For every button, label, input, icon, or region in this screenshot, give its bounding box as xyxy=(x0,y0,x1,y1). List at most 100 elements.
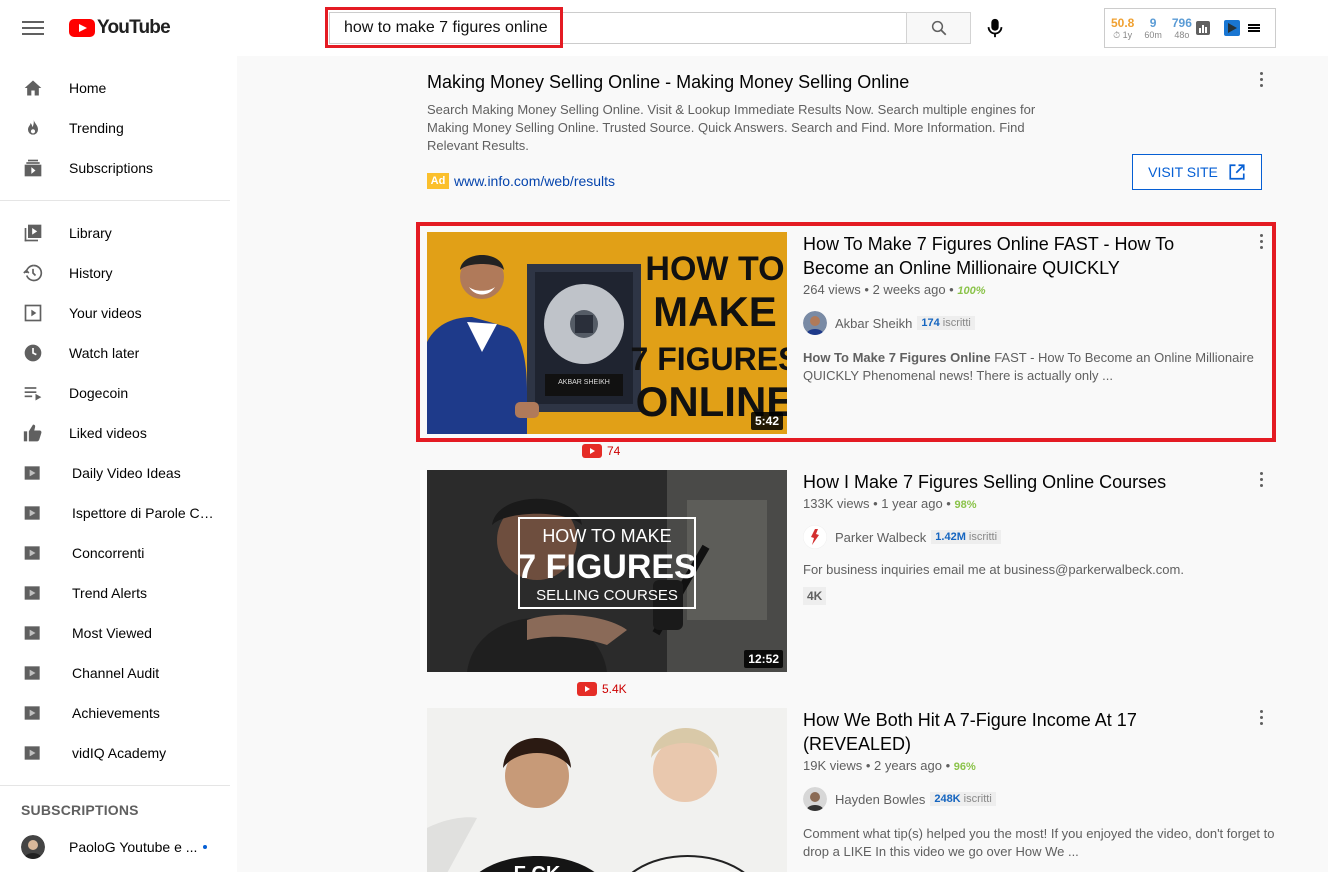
sidebar-item-label: PaoloG Youtube e ... xyxy=(69,839,198,855)
divider xyxy=(0,200,230,201)
video-title[interactable]: How To Make 7 Figures Online FAST - How … xyxy=(803,232,1223,280)
description-highlight: How To Make 7 Figures Online xyxy=(803,350,991,365)
sidebar-item-playlist[interactable]: Concorrenti xyxy=(0,533,237,573)
subscriber-label: iscritti xyxy=(965,531,998,543)
video-result: AKBAR SHEIKH HOW TO MAKE 7 FIGURES ONLIN… xyxy=(427,232,1287,442)
sidebar-item-label: Most Viewed xyxy=(72,625,152,641)
vidiq-stat-value: 9 xyxy=(1149,15,1157,30)
channel-link[interactable]: Akbar Sheikh 174 iscritti xyxy=(803,311,975,335)
video-thumbnail[interactable]: F CK xyxy=(427,708,787,872)
sidebar-item-library[interactable]: Library xyxy=(0,213,237,253)
youtube-logo[interactable]: YouTube xyxy=(69,17,171,39)
sidebar-item-label: Trending xyxy=(69,120,124,136)
thumbnail-text-line: 7 FIGURES xyxy=(631,341,787,377)
playlist-play-icon xyxy=(24,626,40,640)
quality-badge-4k: 4K xyxy=(803,587,827,605)
channel-link[interactable]: Hayden Bowles 248K iscritti xyxy=(803,787,996,811)
sidebar-item-history[interactable]: History xyxy=(0,253,237,293)
sidebar-item-playlist[interactable]: Ispettore di Parole Chiave xyxy=(0,493,237,533)
home-icon xyxy=(24,80,42,96)
video-meta: 19K views • 2 years ago • 96% xyxy=(803,758,976,773)
channel-name: Akbar Sheikh xyxy=(835,315,913,331)
sidebar-item-playlist[interactable]: Channel Audit xyxy=(0,653,237,693)
subscriber-count: 1.42M xyxy=(935,531,966,543)
vidiq-stat-sub: 48o xyxy=(1174,29,1190,40)
thumbnail-image: HOW TO MAKE 7 FIGURES SELLING COURSES xyxy=(427,470,787,672)
history-icon xyxy=(23,264,43,282)
vidiq-view-badge: 5.4K xyxy=(577,682,627,696)
channel-link[interactable]: Parker Walbeck 1.42M iscritti xyxy=(803,525,1002,549)
visit-site-button[interactable]: VISIT SITE xyxy=(1132,154,1262,190)
more-options-icon[interactable] xyxy=(1260,710,1264,728)
search-button[interactable] xyxy=(906,12,971,44)
sidebar-item-label: Home xyxy=(69,80,107,96)
thumbnail-image: F CK xyxy=(427,708,787,872)
subscriber-label: iscritti xyxy=(939,317,971,329)
video-title[interactable]: How We Both Hit A 7-Figure Income At 17 … xyxy=(803,708,1223,756)
video-description: For business inquiries email me at busin… xyxy=(803,562,1184,577)
stats-icon[interactable] xyxy=(1195,21,1210,35)
sidebar-item-trending[interactable]: Trending xyxy=(0,108,237,148)
sidebar-item-playlist[interactable]: Achievements xyxy=(0,693,237,733)
sidebar-item-label: Subscriptions xyxy=(69,160,154,176)
vidiq-count: 74 xyxy=(607,444,621,458)
video-views-age: 133K views • 1 year ago • xyxy=(803,496,955,511)
avatar xyxy=(21,835,45,859)
logo-text: YouTube xyxy=(97,17,171,38)
vidiq-toolbar[interactable]: 50.8 ⏱ 1y 9 60m 796 48o xyxy=(1104,8,1276,48)
subscriptions-icon xyxy=(24,159,42,177)
sidebar-item-playlist[interactable]: Daily Video Ideas xyxy=(0,453,237,493)
sidebar-item-dogecoin[interactable]: Dogecoin xyxy=(0,373,237,413)
video-score: 100% xyxy=(957,285,986,297)
more-options-icon[interactable] xyxy=(1260,472,1264,490)
channel-avatar xyxy=(803,525,827,549)
sidebar-item-label: vidIQ Academy xyxy=(72,745,167,761)
clock-icon xyxy=(24,344,42,362)
video-thumbnail[interactable]: AKBAR SHEIKH HOW TO MAKE 7 FIGURES ONLIN… xyxy=(427,232,787,434)
sidebar-item-home[interactable]: Home xyxy=(0,68,237,108)
menu-icon[interactable] xyxy=(22,18,44,38)
sidebar-item-playlist[interactable]: vidIQ Academy xyxy=(0,733,237,773)
sidebar-item-label: Dogecoin xyxy=(69,385,129,401)
sidebar-item-playlist[interactable]: Trend Alerts xyxy=(0,573,237,613)
vidiq-stat-sub: 60m xyxy=(1144,29,1162,40)
playlist-play-icon xyxy=(24,546,40,560)
vidiq-stat: 796 48o xyxy=(1172,16,1192,41)
menu-lines-icon[interactable] xyxy=(1247,22,1260,34)
search-icon xyxy=(931,20,946,36)
sidebar-item-your-videos[interactable]: Your videos xyxy=(0,293,237,333)
ad-url[interactable]: www.info.com/web/results xyxy=(454,173,615,189)
sidebar-item-label: Liked videos xyxy=(69,425,147,441)
sidebar-item-liked-videos[interactable]: Liked videos xyxy=(0,413,237,453)
ad-title[interactable]: Making Money Selling Online - Making Mon… xyxy=(427,72,909,93)
shirt-text: F CK xyxy=(514,863,561,872)
thumbnail-text-line: HOW TO xyxy=(645,250,784,288)
subscriber-badge: 248K iscritti xyxy=(930,792,996,806)
voice-search-button[interactable] xyxy=(984,16,1006,40)
sidebar-item-label: Ispettore di Parole Chiave xyxy=(72,505,217,521)
more-options-icon[interactable] xyxy=(1260,234,1264,252)
ad-description: Search Making Money Selling Online. Visi… xyxy=(427,102,1036,153)
video-meta: 264 views • 2 weeks ago • 100% xyxy=(803,282,986,297)
video-duration: 5:42 xyxy=(750,412,783,430)
playlist-play-icon xyxy=(24,706,40,720)
more-options-icon[interactable] xyxy=(1260,72,1264,90)
sidebar-item-subscriptions[interactable]: Subscriptions xyxy=(0,148,237,188)
vidiq-count: 5.4K xyxy=(602,682,627,696)
subscriber-label: iscritti xyxy=(960,793,992,805)
sidebar-item-playlist[interactable]: Most Viewed xyxy=(0,613,237,653)
new-content-dot xyxy=(203,845,207,849)
video-thumbnail[interactable]: HOW TO MAKE 7 FIGURES SELLING COURSES 12… xyxy=(427,470,787,672)
search-input[interactable] xyxy=(330,13,906,43)
vidiq-stat: 9 60m xyxy=(1144,16,1162,41)
sidebar-item-label: Achievements xyxy=(72,705,160,721)
vidiq-logo-icon[interactable] xyxy=(1223,20,1240,36)
external-link-icon xyxy=(1229,164,1245,180)
youtube-play-icon xyxy=(577,682,597,696)
subscriber-count: 248K xyxy=(934,793,961,805)
divider xyxy=(0,785,230,786)
sidebar-item-subscription[interactable]: PaoloG Youtube e ... xyxy=(0,827,237,867)
sidebar-item-watch-later[interactable]: Watch later xyxy=(0,333,237,373)
video-title[interactable]: How I Make 7 Figures Selling Online Cour… xyxy=(803,470,1223,494)
video-views-age: 264 views • 2 weeks ago • xyxy=(803,282,958,297)
